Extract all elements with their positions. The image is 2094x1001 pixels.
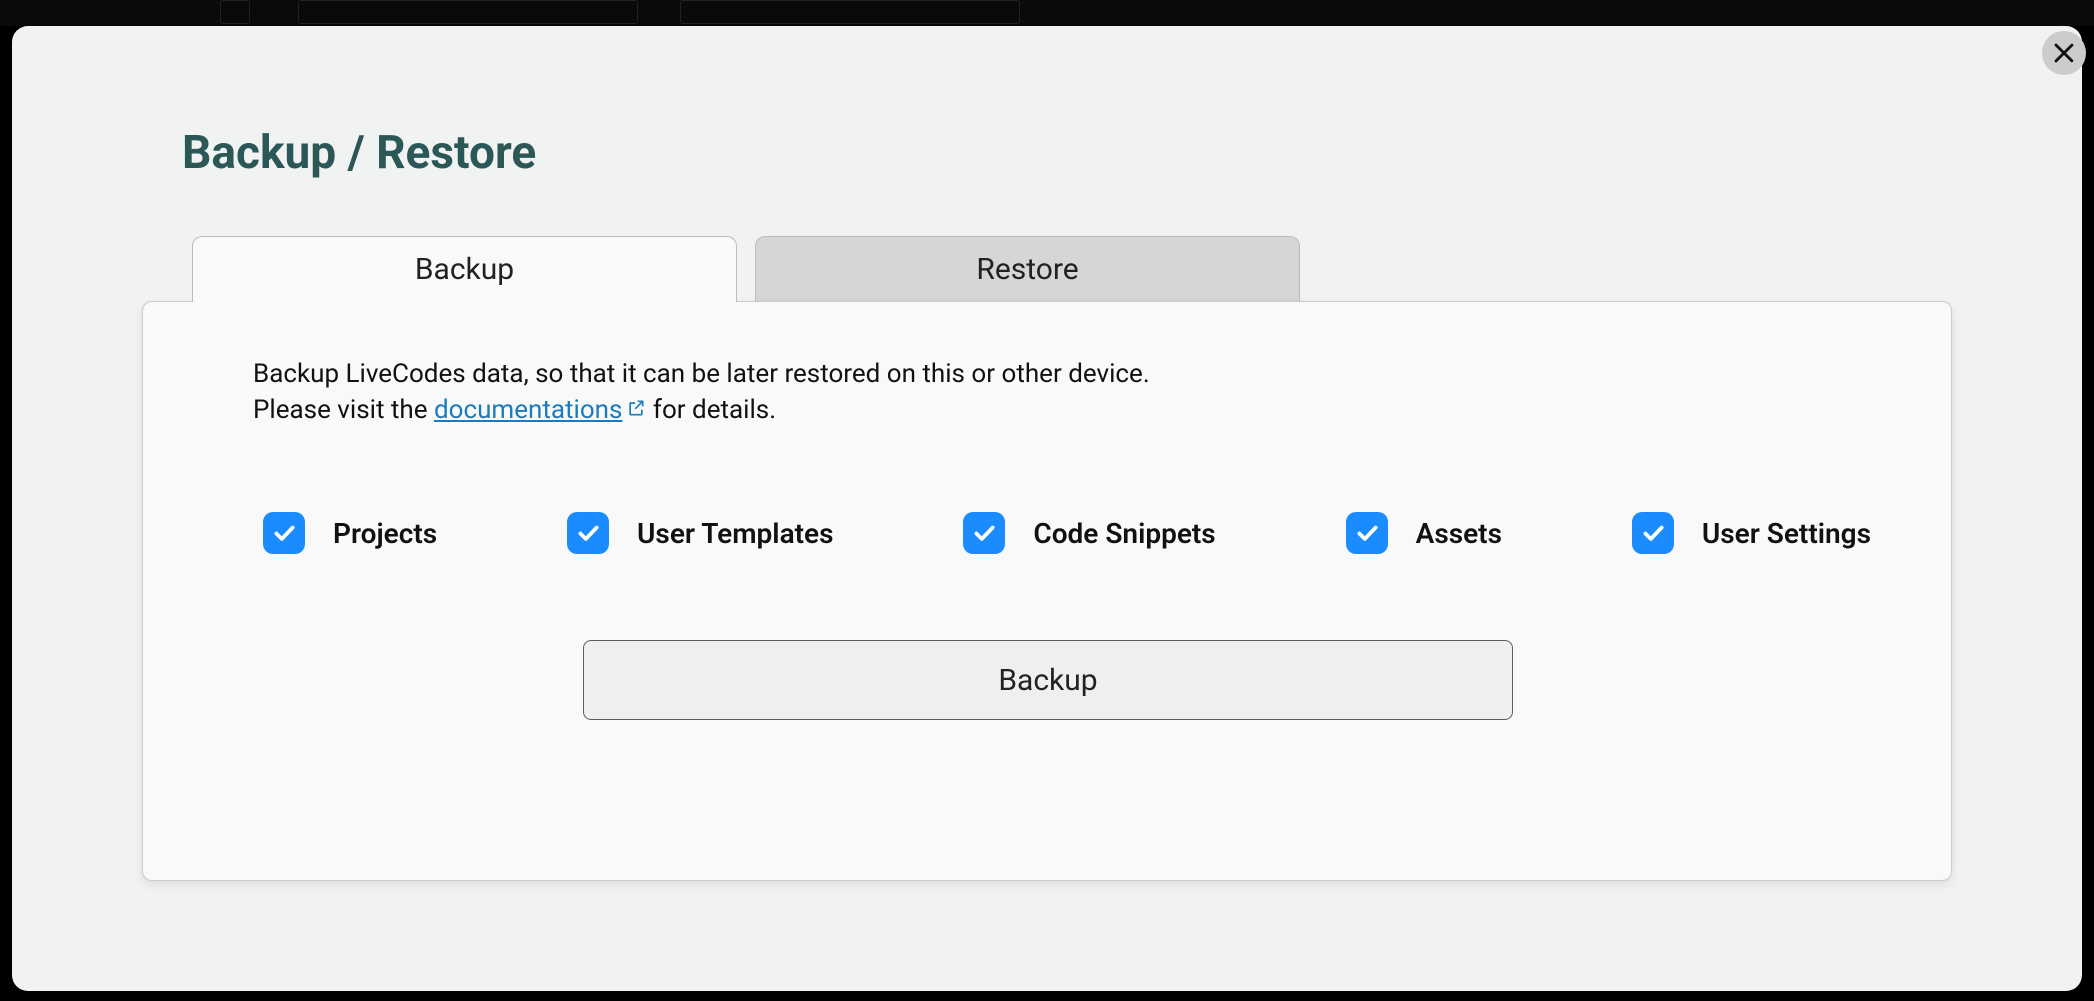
backup-panel: Backup LiveCodes data, so that it can be… — [142, 301, 1952, 881]
external-link-icon — [626, 398, 646, 418]
check-icon — [575, 520, 601, 546]
backup-restore-modal: Backup / Restore Backup Restore Backup L… — [12, 26, 2082, 991]
option-projects: Projects — [263, 512, 437, 554]
checkbox-code-snippets[interactable] — [963, 512, 1005, 554]
tab-backup[interactable]: Backup — [192, 236, 737, 302]
label-assets: Assets — [1416, 517, 1502, 550]
backup-button-label: Backup — [998, 663, 1097, 698]
check-icon — [1354, 520, 1380, 546]
checkbox-user-settings[interactable] — [1632, 512, 1674, 554]
close-icon — [2047, 36, 2081, 70]
modal-title: Backup / Restore — [182, 126, 536, 180]
check-icon — [271, 520, 297, 546]
backup-options: Projects User Templates Code Snippets As… — [263, 512, 1871, 554]
tab-restore[interactable]: Restore — [755, 236, 1300, 302]
tab-restore-label: Restore — [976, 252, 1078, 287]
documentation-link[interactable]: documentations — [434, 395, 646, 425]
option-user-settings: User Settings — [1632, 512, 1871, 554]
option-code-snippets: Code Snippets — [963, 512, 1215, 554]
backup-description: Backup LiveCodes data, so that it can be… — [253, 356, 1150, 429]
label-projects: Projects — [333, 517, 437, 550]
tabs: Backup Restore — [192, 236, 1300, 302]
label-code-snippets: Code Snippets — [1033, 517, 1215, 550]
backup-button[interactable]: Backup — [583, 640, 1513, 720]
checkbox-projects[interactable] — [263, 512, 305, 554]
option-assets: Assets — [1346, 512, 1502, 554]
check-icon — [1640, 520, 1666, 546]
description-line1: Backup LiveCodes data, so that it can be… — [253, 356, 1150, 392]
label-user-settings: User Settings — [1702, 517, 1871, 550]
label-user-templates: User Templates — [637, 517, 833, 550]
checkbox-assets[interactable] — [1346, 512, 1388, 554]
close-button[interactable] — [2042, 31, 2086, 75]
tab-backup-label: Backup — [415, 252, 514, 287]
checkbox-user-templates[interactable] — [567, 512, 609, 554]
option-user-templates: User Templates — [567, 512, 833, 554]
check-icon — [971, 520, 997, 546]
description-line2: Please visit the documentations for deta… — [253, 392, 1150, 428]
